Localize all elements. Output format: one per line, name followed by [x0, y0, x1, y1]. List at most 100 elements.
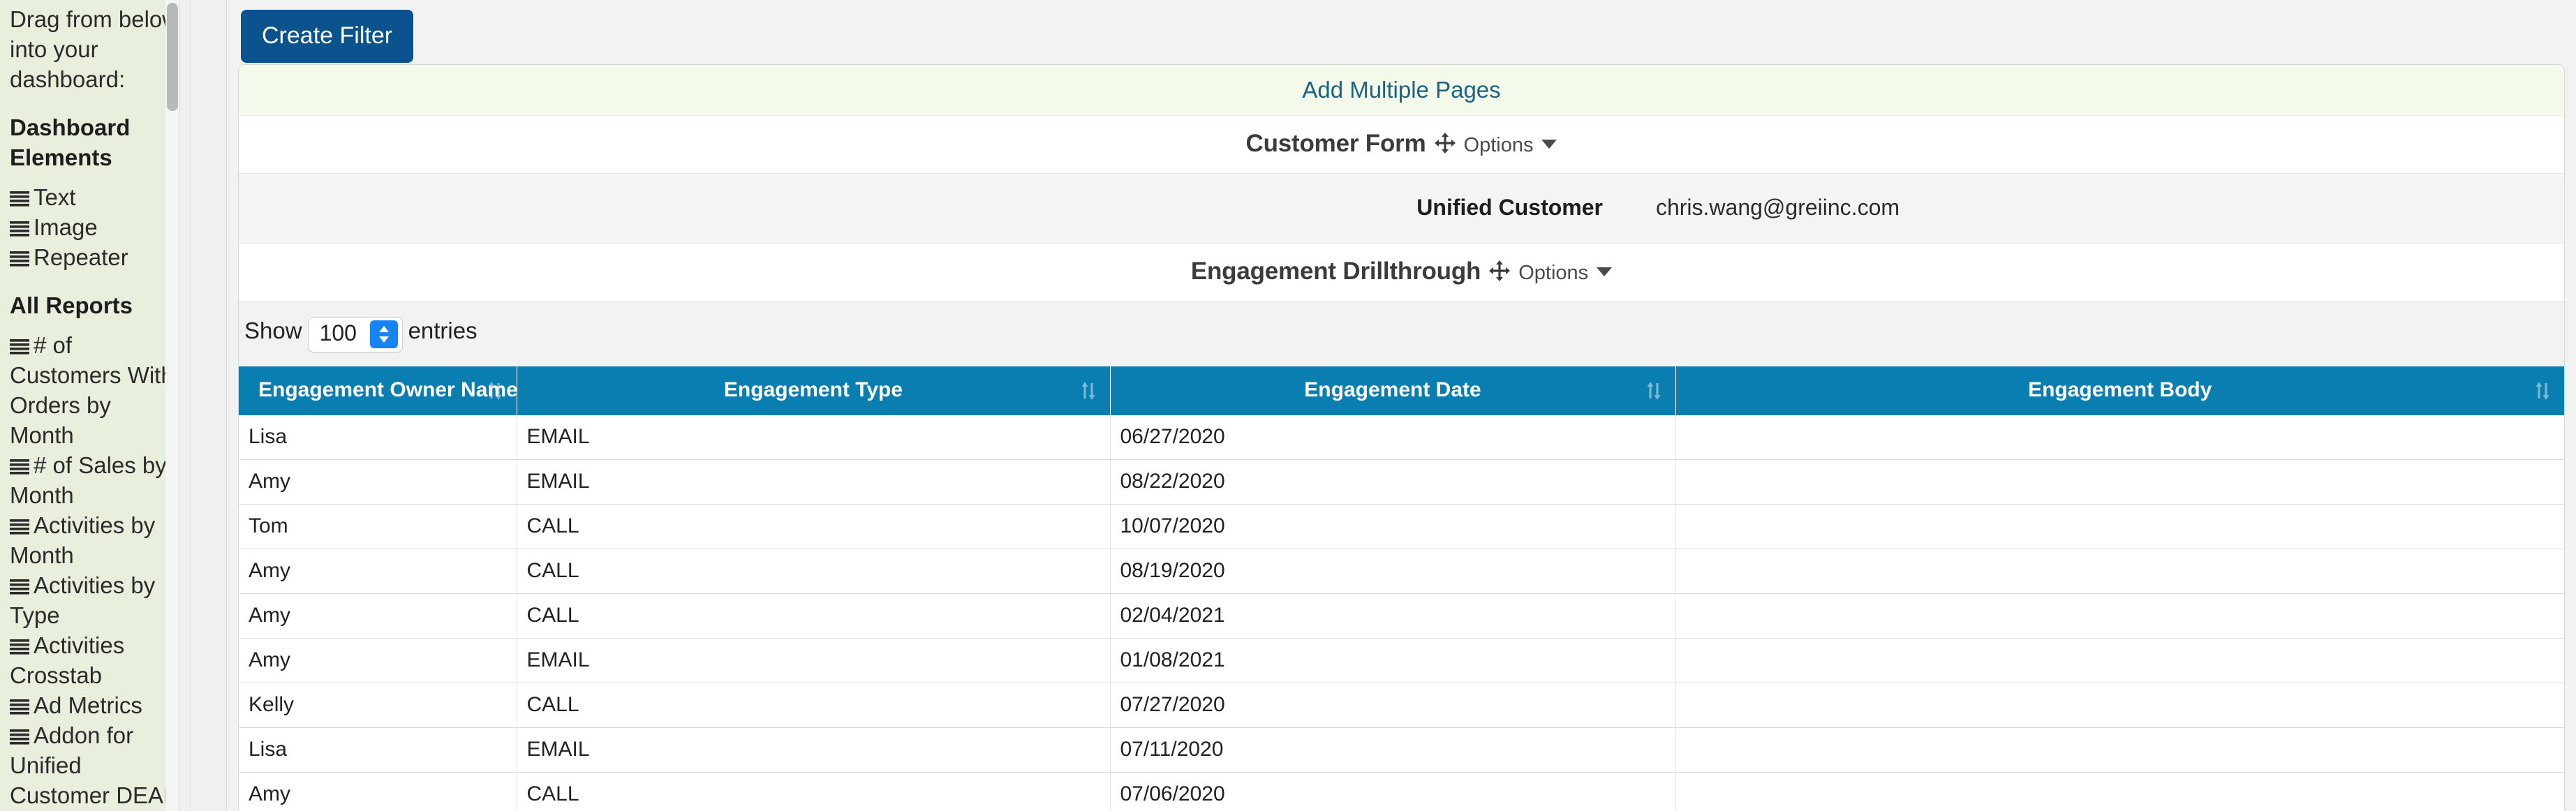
cell-engagement-body — [1675, 638, 2564, 683]
sidebar-item-label: Text — [34, 184, 76, 210]
cell-engagement-owner-name: Amy — [239, 549, 517, 594]
entries-per-page-select[interactable]: 100 — [307, 317, 403, 352]
column-header-label: Engagement Body — [2028, 378, 2212, 401]
cell-engagement-body — [1675, 593, 2564, 639]
cell-engagement-body — [1675, 727, 2564, 773]
cell-engagement-type: CALL — [517, 683, 1111, 728]
sort-updown-icon — [1081, 380, 1096, 401]
sidebar-scrollbar-thumb[interactable] — [167, 3, 178, 111]
cell-engagement-type: CALL — [517, 549, 1111, 594]
sidebar-item-addon-unified-customer-dear-systems[interactable]: Addon for Unified Customer DEAR Systems — [10, 720, 180, 811]
widget-options-label: Options — [1463, 134, 1534, 156]
sidebar-section-all-reports: All Reports # of Customers With Orders b… — [10, 290, 180, 811]
chevron-up-down-icon[interactable] — [369, 320, 398, 348]
sidebar-item-ad-metrics[interactable]: Ad Metrics — [10, 690, 180, 720]
cell-engagement-type: EMAIL — [517, 638, 1111, 683]
entries-per-page-value: 100 — [319, 320, 357, 345]
cell-engagement-owner-name: Amy — [239, 593, 517, 639]
sidebar-section-dashboard-elements: Dashboard Elements Text Image Repeater — [10, 112, 180, 272]
column-header-engagement-owner-name[interactable]: Engagement Owner Name — [239, 366, 518, 415]
column-header-label: Engagement Owner Name — [258, 378, 518, 401]
table-head: Engagement Owner Name Engagement Type En… — [239, 366, 2564, 415]
show-label: Show — [244, 318, 302, 343]
cell-engagement-body — [1675, 459, 2564, 505]
table-header-row: Engagement Owner Name Engagement Type En… — [239, 366, 2564, 415]
cell-engagement-type: EMAIL — [517, 415, 1111, 460]
add-multiple-pages-link[interactable]: Add Multiple Pages — [1302, 77, 1500, 103]
grip-lines-icon — [10, 728, 29, 745]
sidebar-item-image[interactable]: Image — [10, 212, 180, 242]
add-multiple-pages-bar: Add Multiple Pages — [239, 65, 2564, 116]
caret-down-icon — [1541, 140, 1557, 149]
sidebar-heading-dashboard-elements: Dashboard Elements — [10, 114, 131, 170]
grip-lines-icon — [10, 250, 29, 267]
cell-engagement-owner-name: Tom — [239, 504, 517, 549]
table-row[interactable]: Amy CALL 08/19/2020 — [239, 549, 2564, 594]
table-row[interactable]: Kelly CALL 07/27/2020 — [239, 683, 2564, 728]
table-row[interactable]: Amy CALL 07/06/2020 — [239, 772, 2564, 811]
cell-engagement-body — [1675, 683, 2564, 728]
sidebar-item-customers-with-orders-by-month[interactable]: # of Customers With Orders by Month — [10, 330, 180, 450]
table-row[interactable]: Amy CALL 02/04/2021 — [239, 593, 2564, 639]
sort-updown-icon — [487, 380, 503, 401]
sidebar-intro-text: Drag from below into your dashboard: — [10, 6, 179, 92]
sidebar-item-text[interactable]: Text — [10, 182, 180, 212]
sidebar-item-label: Ad Metrics — [34, 692, 142, 718]
cell-engagement-date: 02/04/2021 — [1110, 593, 1676, 639]
column-header-engagement-body[interactable]: Engagement Body — [1675, 366, 2564, 415]
entries-label: entries — [408, 318, 478, 343]
cell-engagement-type: EMAIL — [517, 727, 1111, 773]
unified-customer-value: chris.wang@greiinc.com — [1655, 195, 1900, 220]
sidebar-item-sales-by-month[interactable]: # of Sales by Month — [10, 450, 180, 510]
cell-engagement-owner-name: Lisa — [239, 415, 517, 460]
sort-updown-icon — [1646, 380, 1661, 401]
datatable-length-control: Show 100 entries — [239, 302, 2564, 366]
dashboard-toolbar: Create Filter — [227, 0, 2576, 64]
column-header-engagement-date[interactable]: Engagement Date — [1110, 366, 1676, 415]
widget-title: Engagement Drillthrough — [1190, 258, 1481, 285]
create-filter-button[interactable]: Create Filter — [241, 10, 414, 63]
sidebar-item-label: # of Sales by Month — [10, 452, 167, 508]
sidebar-item-label: Image — [34, 214, 98, 240]
sidebar-item-repeater[interactable]: Repeater — [10, 242, 180, 272]
table-row[interactable]: Tom CALL 10/07/2020 — [239, 504, 2564, 549]
move-arrows-icon[interactable] — [1489, 260, 1511, 281]
sidebar-item-activities-by-month[interactable]: Activities by Month — [10, 510, 180, 570]
grip-lines-icon — [10, 338, 29, 355]
cell-engagement-owner-name: Amy — [239, 459, 517, 505]
sidebar-item-label: # of Customers With Orders by Month — [10, 332, 174, 448]
column-header-engagement-type[interactable]: Engagement Type — [517, 366, 1111, 415]
sidebar-scrollbar[interactable] — [165, 0, 179, 811]
widget-options-dropdown[interactable]: Options — [1464, 134, 1557, 157]
table-body: Lisa EMAIL 06/27/2020 Amy EMAIL 08/22/2020 Tom… — [239, 415, 2564, 811]
sidebar-item-label: Addon for Unified Customer DEAR Systems — [10, 722, 180, 808]
sidebar-item-activities-crosstab[interactable]: Activities Crosstab — [10, 630, 180, 690]
column-header-label: Engagement Type — [723, 378, 903, 401]
sort-updown-icon — [2535, 380, 2550, 401]
sidebar-heading-all-reports: All Reports — [10, 292, 133, 318]
cell-engagement-owner-name: Kelly — [239, 683, 517, 728]
move-arrows-icon[interactable] — [1434, 133, 1456, 154]
cell-engagement-date: 06/27/2020 — [1110, 415, 1676, 460]
cell-engagement-date: 08/22/2020 — [1110, 459, 1676, 505]
cell-engagement-date: 01/08/2021 — [1110, 638, 1676, 683]
table-row[interactable]: Amy EMAIL 08/22/2020 — [239, 459, 2564, 505]
widget-options-label: Options — [1518, 262, 1589, 284]
widget-options-dropdown[interactable]: Options — [1518, 262, 1613, 285]
sidebar-content: Drag from below into your dashboard: Das… — [0, 0, 190, 811]
app-root: Drag from below into your dashboard: Das… — [0, 0, 2576, 811]
cell-engagement-body — [1675, 549, 2564, 594]
sidebar-item-label: Repeater — [34, 244, 128, 270]
table-row[interactable]: Lisa EMAIL 07/11/2020 — [239, 727, 2564, 773]
table-row[interactable]: Lisa EMAIL 06/27/2020 — [239, 415, 2564, 460]
table-row[interactable]: Amy EMAIL 01/08/2021 — [239, 638, 2564, 683]
cell-engagement-type: CALL — [517, 593, 1111, 639]
sidebar-item-activities-by-type[interactable]: Activities by Type — [10, 570, 180, 630]
cell-engagement-body — [1675, 415, 2564, 460]
grip-lines-icon — [10, 578, 29, 595]
dashboard-elements-sidebar: Drag from below into your dashboard: Das… — [0, 0, 190, 811]
grip-lines-icon — [10, 518, 29, 535]
cell-engagement-type: CALL — [517, 504, 1111, 549]
main-content: Create Filter Add Multiple Pages Custome… — [227, 0, 2576, 811]
sidebar-right-edge — [179, 0, 190, 811]
